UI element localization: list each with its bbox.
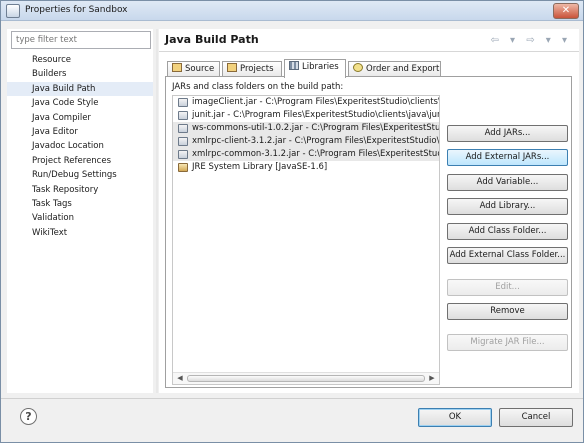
entry-label: ws-commons-util-1.0.2.jar - C:\Program F… bbox=[192, 123, 440, 133]
nav-item-task-tags[interactable]: Task Tags bbox=[7, 197, 153, 211]
help-icon[interactable]: ? bbox=[20, 408, 37, 425]
add-jars-button[interactable]: Add JARs... bbox=[447, 125, 568, 142]
nav-item-builders[interactable]: Builders bbox=[7, 67, 153, 81]
jar-icon bbox=[178, 98, 188, 107]
add-library-button[interactable]: Add Library... bbox=[447, 198, 568, 215]
scrollbar-thumb[interactable] bbox=[187, 375, 425, 382]
nav-item-validation[interactable]: Validation bbox=[7, 211, 153, 225]
nav-item-javadoc-location[interactable]: Javadoc Location bbox=[7, 139, 153, 153]
footer-divider bbox=[1, 398, 583, 399]
entry-label: imageClient.jar - C:\Program Files\Exper… bbox=[192, 97, 440, 107]
page-title: Java Build Path bbox=[165, 33, 259, 46]
jar-icon bbox=[178, 124, 188, 133]
entry-label: JRE System Library [JavaSE-1.6] bbox=[192, 162, 328, 172]
libraries-icon bbox=[289, 61, 299, 70]
preference-tree-pane: ResourceBuildersJava Build PathJava Code… bbox=[7, 29, 153, 393]
nav-item-project-references[interactable]: Project References bbox=[7, 154, 153, 168]
history-nav-arrows-icon[interactable]: ⇦ ▾ ⇨ ▾ ▾ bbox=[490, 35, 571, 46]
jar-entry[interactable]: xmlrpc-client-3.1.2.jar - C:\Program Fil… bbox=[173, 135, 439, 148]
properties-app-icon bbox=[6, 4, 20, 18]
source-folder-icon bbox=[172, 63, 182, 72]
jar-entry[interactable]: ws-commons-util-1.0.2.jar - C:\Program F… bbox=[173, 122, 439, 135]
cancel-button[interactable]: Cancel bbox=[499, 408, 573, 427]
jar-entry[interactable]: junit.jar - C:\Program Files\ExperitestS… bbox=[173, 109, 439, 122]
add-variable-button[interactable]: Add Variable... bbox=[447, 174, 568, 191]
jar-entry[interactable]: xmlrpc-common-3.1.2.jar - C:\Program Fil… bbox=[173, 148, 439, 161]
tab-label: Order and Export bbox=[366, 64, 440, 74]
tab-libraries[interactable]: Libraries bbox=[284, 59, 346, 78]
edit-button: Edit... bbox=[447, 279, 568, 296]
library-entry[interactable]: JRE System Library [JavaSE-1.6] bbox=[173, 161, 439, 174]
migrate-jar-file-button: Migrate JAR File... bbox=[447, 334, 568, 351]
nav-item-java-compiler[interactable]: Java Compiler bbox=[7, 111, 153, 125]
library-icon bbox=[178, 163, 188, 172]
tab-source[interactable]: Source bbox=[167, 61, 220, 77]
add-class-folder-button[interactable]: Add Class Folder... bbox=[447, 223, 568, 240]
title-bar: Properties for Sandbox ✕ bbox=[1, 1, 583, 21]
filter-input[interactable] bbox=[11, 31, 151, 49]
jar-icon bbox=[178, 150, 188, 159]
nav-item-java-code-style[interactable]: Java Code Style bbox=[7, 96, 153, 110]
build-path-list[interactable]: imageClient.jar - C:\Program Files\Exper… bbox=[172, 95, 440, 385]
nav-item-run-debug-settings[interactable]: Run/Debug Settings bbox=[7, 168, 153, 182]
build-path-label: JARs and class folders on the build path… bbox=[172, 82, 344, 92]
properties-dialog: Properties for Sandbox ✕ ResourceBuilder… bbox=[0, 0, 584, 443]
tab-order-and-export[interactable]: Order and Export bbox=[348, 61, 441, 77]
add-external-class-folder-button[interactable]: Add External Class Folder... bbox=[447, 247, 568, 264]
entry-label: xmlrpc-client-3.1.2.jar - C:\Program Fil… bbox=[192, 136, 440, 146]
remove-button[interactable]: Remove bbox=[447, 303, 568, 320]
pane-sash[interactable] bbox=[156, 29, 158, 393]
entry-label: xmlrpc-common-3.1.2.jar - C:\Program Fil… bbox=[192, 149, 439, 159]
horizontal-scrollbar[interactable]: ◀ ▶ bbox=[173, 372, 439, 384]
nav-item-java-editor[interactable]: Java Editor bbox=[7, 125, 153, 139]
scroll-left-icon[interactable]: ◀ bbox=[174, 373, 186, 384]
tab-label: Source bbox=[185, 64, 215, 74]
projects-icon bbox=[227, 63, 237, 72]
nav-item-java-build-path[interactable]: Java Build Path bbox=[7, 81, 153, 97]
jar-icon bbox=[178, 111, 188, 120]
order-export-icon bbox=[353, 63, 363, 72]
nav-item-resource[interactable]: Resource bbox=[7, 53, 153, 67]
preference-tree: Resource Builders Java Build Path Java Code… bbox=[7, 53, 153, 240]
libraries-tab-panel: JARs and class folders on the build path… bbox=[165, 76, 572, 388]
tab-projects[interactable]: Projects bbox=[222, 61, 282, 77]
window-title: Properties for Sandbox bbox=[25, 5, 128, 15]
ok-button[interactable]: OK bbox=[418, 408, 492, 427]
entry-label: junit.jar - C:\Program Files\ExperitestS… bbox=[192, 110, 440, 120]
title-divider bbox=[159, 51, 579, 52]
nav-item-wikitext[interactable]: WikiText bbox=[7, 226, 153, 240]
add-external-jars-button[interactable]: Add External JARs... bbox=[447, 149, 568, 166]
jar-entry[interactable]: imageClient.jar - C:\Program Files\Exper… bbox=[173, 96, 439, 109]
tab-label: Projects bbox=[240, 64, 274, 74]
tab-label: Libraries bbox=[302, 62, 339, 72]
close-icon[interactable]: ✕ bbox=[553, 3, 579, 19]
scroll-right-icon[interactable]: ▶ bbox=[426, 373, 438, 384]
page-pane: Java Build Path ⇦ ▾ ⇨ ▾ ▾ Source Project… bbox=[159, 29, 579, 393]
jar-icon bbox=[178, 137, 188, 146]
nav-item-task-repository[interactable]: Task Repository bbox=[7, 183, 153, 197]
